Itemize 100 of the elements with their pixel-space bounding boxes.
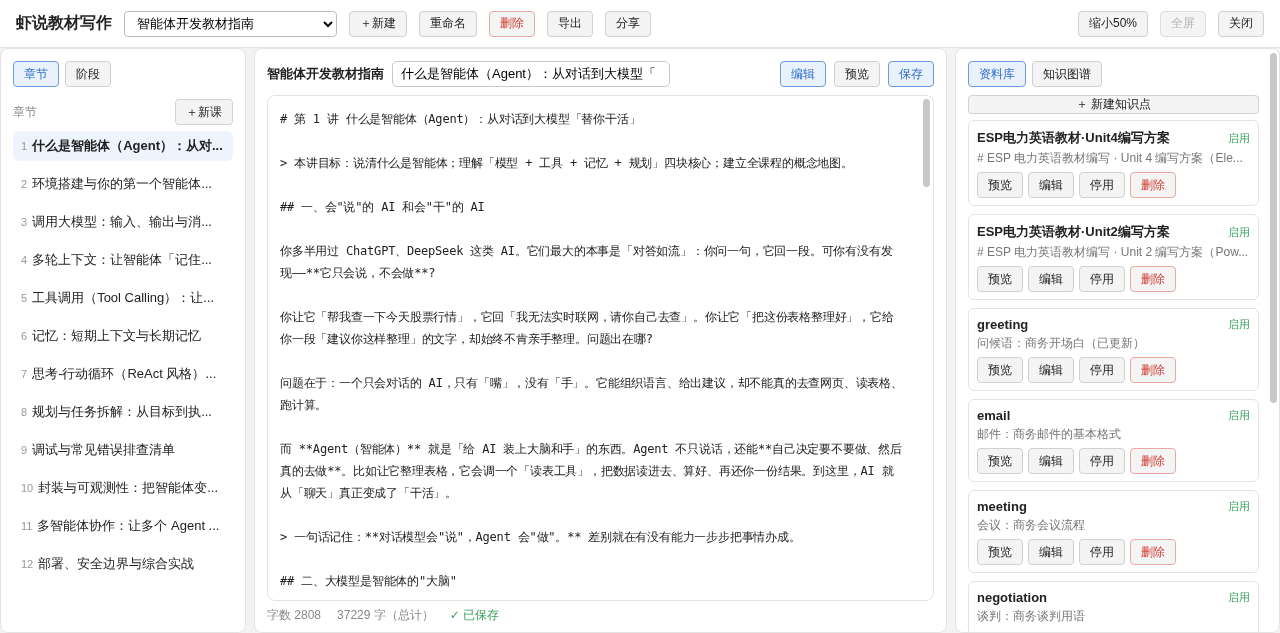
library-tab[interactable]: 资料库 (968, 61, 1026, 87)
card-action-button[interactable]: 预览 (977, 357, 1023, 383)
editor-paragraph: 而 **Agent（智能体）** 就是「给 AI 装上大脑和手」的东西。Agent 不只说话，还能**自己决定要不要做、然后真的去做**。比如让它整理表格，它会调一个「读表工具」，把数据读进去、算好、再还你一份结果。到这里，AI 就从「聊天」真正变成了「干活」。 (280, 441, 903, 502)
chapter-title: 多智能体协作：让多个 Agent ... (37, 517, 220, 535)
card-action-button[interactable]: 编辑 (1028, 172, 1074, 198)
new-lesson-button[interactable]: ＋新课 (175, 99, 233, 125)
section-label: 章节 (13, 103, 37, 121)
chapter-item[interactable]: 6 记忆：短期上下文与长期记忆 (13, 321, 233, 351)
card-title: email (977, 408, 1011, 423)
card-action-button[interactable]: 编辑 (1028, 448, 1074, 474)
toolbar-button[interactable]: 分享 (605, 10, 651, 37)
chapter-number: 10 (21, 482, 34, 494)
mode-button[interactable]: 编辑 (780, 61, 826, 87)
card-action-button[interactable]: 预览 (977, 539, 1023, 565)
markdown-editor[interactable] (267, 95, 934, 601)
card-description: 谈判：商务谈判用语 (977, 608, 1086, 625)
chapter-title: 调用大模型：输入、输出与消... (32, 213, 212, 231)
sidebar-tab[interactable]: 阶段 (65, 61, 111, 87)
delete-button[interactable]: 删除 (1130, 266, 1176, 292)
card-description: 会议：商务会议流程 (977, 517, 1086, 534)
card-description: 邮件：商务邮件的基本格式 (977, 426, 1122, 443)
card-description: # ESP 电力英语教材编写 · Unit 2 编写方案（Pow... (977, 244, 1250, 261)
book-title: 智能体开发教材指南 (267, 65, 384, 83)
card-action-button[interactable]: 停用 (1079, 448, 1125, 474)
card-status: 启用 (1228, 499, 1250, 514)
chapter-number: 9 (21, 444, 28, 456)
chapter-item[interactable]: 8 规划与任务拆解：从目标到执... (13, 397, 233, 427)
sidebar-tab[interactable]: 章节 (13, 61, 59, 87)
chapter-title: 记忆：短期上下文与长期记忆 (32, 327, 202, 345)
editor-paragraph: 你让它「帮我查一下今天股票行情」，它回「我无法实时联网，请你自己去查」。你让它「把这份表格整理好」，它给你一段「建议你这样整理」的文字，却始终不肯亲手整理。问题出在哪? (280, 309, 895, 348)
window-button[interactable]: 关闭 (1218, 10, 1264, 37)
chapter-item[interactable]: 9 调试与常见错误排查清单 (13, 435, 233, 465)
chapter-title: 环境搭建与你的第一个智能体... (32, 175, 212, 193)
chapter-title: 工具调用（Tool Calling）：让... (32, 289, 215, 307)
chapter-item[interactable]: 4 多轮上下文：让智能体「记住... (13, 245, 233, 275)
chapter-number: 5 (21, 292, 28, 304)
word-count: 字数 2808 (267, 607, 322, 624)
lesson-title-field[interactable]: 什么是智能体（Agent）：从对话到大模型「 (392, 61, 670, 87)
chapter-title: 调试与常见错误排查清单 (32, 441, 176, 459)
editor-paragraph: ## 一、会"说"的 AI 和会"干"的 AI (280, 199, 486, 216)
delete-button[interactable]: 删除 (1130, 357, 1176, 383)
editor-paragraph: 问题在于：一个只会对话的 AI，只有「嘴」，没有「手」。它能组织语言、给出建议，却不能真的去查网页、读表格、跑计算。 (280, 375, 903, 414)
chapter-number: 11 (21, 520, 33, 532)
scrollbar-thumb[interactable] (1270, 53, 1277, 403)
chapter-item[interactable]: 2 环境搭建与你的第一个智能体... (13, 169, 233, 199)
chapter-item[interactable]: 7 思考-行动循环（ReAct 风格）... (13, 359, 233, 389)
card-action-button[interactable]: 编辑 (1028, 539, 1074, 565)
editor-paragraph: > 本讲目标：说清什么是智能体；理解「模型 + 工具 + 记忆 + 规划」四块核心；建立全课程的概念地图。 (280, 155, 854, 172)
chapter-title: 多轮上下文：让智能体「记住... (32, 251, 212, 269)
chapter-number: 2 (21, 178, 28, 190)
delete-button[interactable]: 删除 (1130, 539, 1176, 565)
toolbar-button[interactable]: ＋新建 (349, 10, 407, 37)
chapter-title: 封装与可观测性：把智能体变... (38, 479, 219, 497)
card-action-button[interactable]: 编辑 (1028, 357, 1074, 383)
chapter-title: 规划与任务拆解：从目标到执... (32, 403, 212, 421)
save-status: ✓ 已保存 (449, 607, 500, 624)
delete-button[interactable]: 删除 (1130, 172, 1176, 198)
chapter-item[interactable]: 12 部署、安全边界与综合实战 (13, 549, 233, 579)
card-action-button[interactable]: 停用 (1079, 172, 1125, 198)
card-status: 启用 (1228, 408, 1250, 423)
chapter-item[interactable]: 11 多智能体协作：让多个 Agent ... (13, 511, 233, 541)
editor-paragraph: ## 二、大模型是智能体的"大脑" (280, 573, 458, 590)
card-title: ESP电力英语教材·Unit2编写方案 (977, 223, 1170, 241)
scrollbar-thumb[interactable] (923, 99, 930, 187)
chapter-item[interactable]: 5 工具调用（Tool Calling）：让... (13, 283, 233, 313)
chapter-item[interactable]: 3 调用大模型：输入、输出与消... (13, 207, 233, 237)
card-description: 问候语：商务开场白（已更新） (977, 335, 1146, 352)
chapter-number: 1 (21, 140, 28, 152)
card-description: # ESP 电力英语教材编写 · Unit 4 编写方案（Ele... (977, 150, 1244, 167)
chapter-number: 12 (21, 558, 34, 570)
chapter-number: 6 (21, 330, 28, 342)
library-tab[interactable]: 知识图谱 (1032, 61, 1102, 87)
editor-paragraph: > 一句话记住：**对话模型会"说"，Agent 会"做"。** 差别就在有没有能力一步步把事情办成。 (280, 529, 802, 546)
card-title: ESP电力英语教材·Unit4编写方案 (977, 129, 1170, 147)
window-button[interactable]: 缩小50% (1077, 10, 1148, 37)
chapter-number: 4 (21, 254, 28, 266)
card-title: meeting (977, 499, 1027, 514)
delete-button[interactable]: 删除 (1130, 448, 1176, 474)
save-button[interactable]: 保存 (888, 61, 934, 87)
card-status: 启用 (1228, 130, 1250, 146)
toolbar-button[interactable]: 重命名 (419, 10, 477, 37)
chapter-item[interactable]: 1 什么是智能体（Agent）：从对... (13, 131, 233, 161)
card-status: 启用 (1228, 590, 1250, 605)
new-knowledge-button[interactable]: ＋ 新建知识点 (968, 95, 1259, 114)
textbook-select[interactable]: 智能体开发教材指南 (124, 10, 337, 37)
card-action-button[interactable]: 编辑 (1028, 266, 1074, 292)
card-action-button[interactable]: 停用 (1079, 357, 1125, 383)
chapter-title: 部署、安全边界与综合实战 (38, 555, 195, 573)
chapter-number: 3 (21, 216, 28, 228)
card-action-button[interactable]: 预览 (977, 448, 1023, 474)
editor-paragraph: 你多半用过 ChatGPT、DeepSeek 这类 AI。它们最大的本事是「对答如流」：你问一句，它回一段。可你有没有发现——**它只会说，不会做**? (280, 243, 894, 282)
chapter-number: 8 (21, 406, 28, 418)
delete-button[interactable]: 删除 (489, 10, 535, 37)
mode-button[interactable]: 预览 (834, 61, 880, 87)
card-action-button[interactable]: 停用 (1079, 266, 1125, 292)
toolbar-button[interactable]: 导出 (547, 10, 593, 37)
card-action-button[interactable]: 停用 (1079, 539, 1125, 565)
card-action-button[interactable]: 预览 (977, 266, 1023, 292)
card-action-button[interactable]: 预览 (977, 172, 1023, 198)
chapter-item[interactable]: 10 封装与可观测性：把智能体变... (13, 473, 233, 503)
